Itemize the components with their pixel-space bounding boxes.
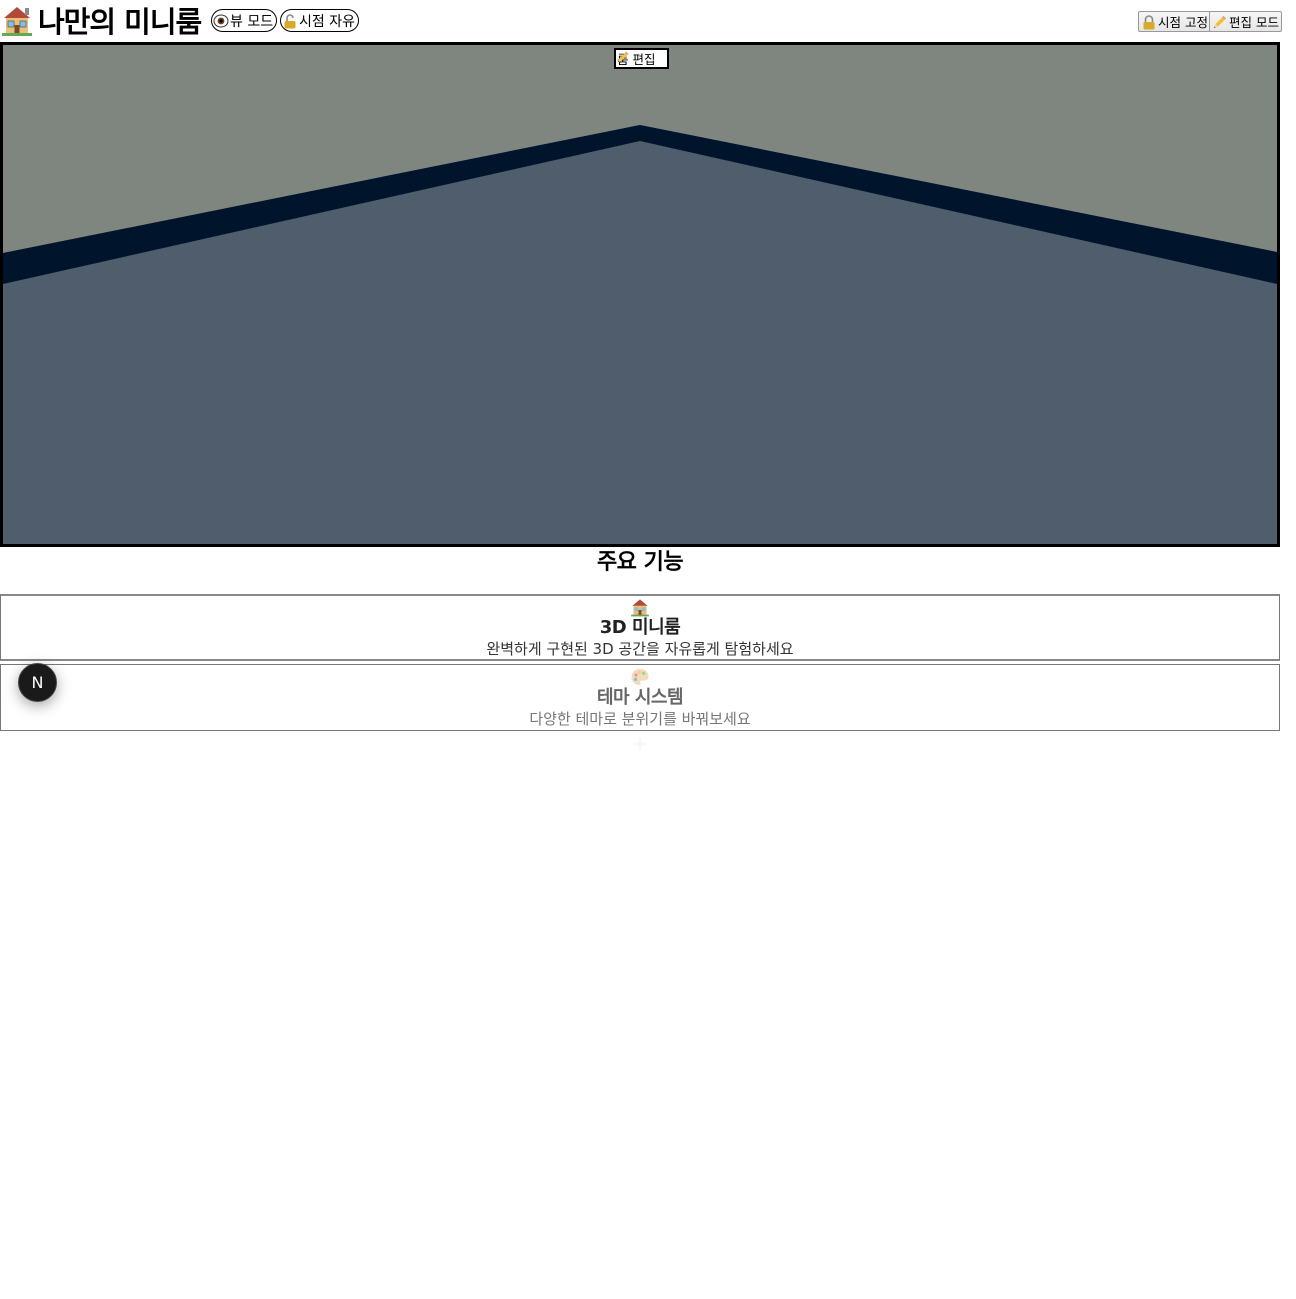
camera-lock-label: 시점 고정 (1158, 15, 1208, 30)
room-canvas (3, 45, 1277, 544)
feature-card-theme: 테마 시스템 다양한 테마로 분위기를 바꿔보세요 (0, 664, 1280, 731)
fab-label: N (31, 673, 44, 692)
camera-free-label: 시점 자유 (299, 13, 355, 30)
app-title: 나만의 미니룸 (38, 5, 202, 39)
room-3d-viewport[interactable]: 룸 편집 (0, 42, 1280, 547)
feature-card-3d-room: 3D 미니룸 완벽하게 구현된 3D 공간을 자유롭게 탐험하세요 (0, 594, 1280, 661)
feature-description: 다양한 테마로 분위기를 바꿔보세요 (529, 710, 751, 728)
edit-mode-button[interactable]: 편집 모드 (1209, 11, 1282, 32)
view-mode-label: 뷰 모드 (230, 13, 274, 30)
app-logo: 나만의 미니룸 (0, 2, 202, 39)
palette-icon (631, 669, 649, 685)
edit-mode-label: 편집 모드 (1229, 15, 1279, 30)
camera-lock-button[interactable]: 시점 고정 (1138, 11, 1211, 32)
feature-card-faded (0, 732, 1280, 799)
feature-title: 3D 미니룸 (599, 617, 681, 638)
pencil-icon (1214, 15, 1226, 28)
floating-n-button[interactable]: N (18, 663, 57, 702)
top-bar: 나만의 미니룸 뷰 모드 시점 자유 시점 고정 편집 모드 (0, 0, 1282, 42)
sparkle-icon (631, 735, 649, 753)
unlock-icon (284, 13, 296, 28)
camera-free-button[interactable]: 시점 자유 (280, 9, 359, 32)
eye-icon (213, 14, 229, 27)
view-mode-button[interactable]: 뷰 모드 (211, 9, 278, 32)
lock-icon (1143, 14, 1155, 29)
house-icon (2, 7, 32, 36)
house-icon (631, 599, 649, 617)
feature-description: 완벽하게 구현된 3D 공간을 자유롭게 탐험하세요 (486, 640, 794, 658)
features-heading: 주요 기능 (596, 550, 684, 575)
feature-title: 테마 시스템 (596, 687, 684, 708)
pencil-icon (617, 51, 629, 63)
room-edit-button[interactable]: 룸 편집 (614, 48, 669, 69)
